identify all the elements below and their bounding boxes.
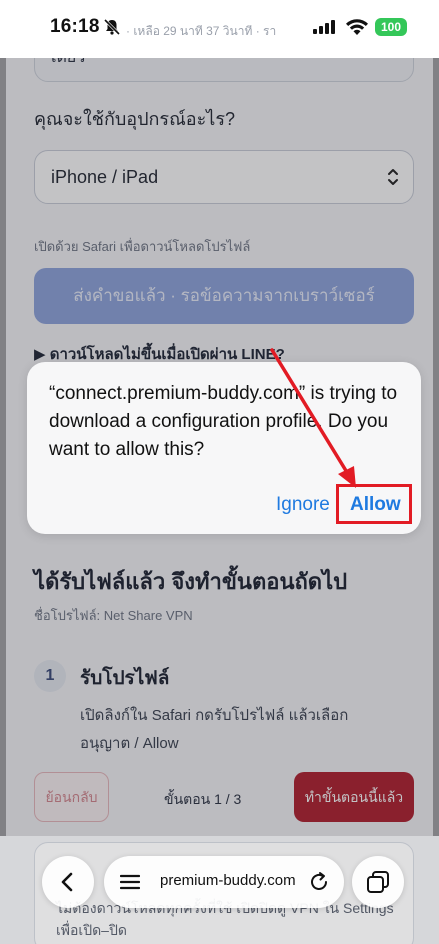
alert-message: “connect.premium-buddy.com” is trying to… bbox=[49, 383, 398, 460]
countdown-ticker: · เหลือ 29 นาที 37 วินาที · รา bbox=[126, 24, 277, 38]
bell-slash-icon bbox=[103, 18, 121, 36]
battery-indicator: 100 bbox=[375, 18, 407, 36]
screen-edge-left bbox=[0, 58, 6, 836]
annotation-highlight-box bbox=[336, 484, 412, 524]
browser-toolbar: premium-buddy.com bbox=[0, 852, 439, 924]
address-bar[interactable]: premium-buddy.com bbox=[104, 856, 344, 908]
reload-icon[interactable] bbox=[308, 871, 330, 893]
status-bar: · เหลือ 29 นาที 37 วินาที · รา 16:18 100 bbox=[0, 0, 439, 58]
back-nav-button[interactable] bbox=[42, 856, 94, 908]
chevron-left-icon bbox=[61, 872, 73, 892]
status-time: 16:18 bbox=[50, 16, 100, 37]
menu-icon[interactable] bbox=[120, 873, 140, 891]
tabs-button[interactable] bbox=[352, 856, 404, 908]
wifi-icon bbox=[346, 19, 368, 35]
cellular-signal-icon bbox=[313, 20, 335, 34]
web-page: เดียว คุณจะใช้กับอุปกรณ์อะไร? iPhone / i… bbox=[0, 0, 439, 944]
screen-edge-right bbox=[433, 58, 439, 836]
url-text: premium-buddy.com bbox=[160, 872, 296, 889]
alert-ignore-button[interactable]: Ignore bbox=[276, 494, 330, 516]
tabs-icon bbox=[367, 871, 389, 893]
